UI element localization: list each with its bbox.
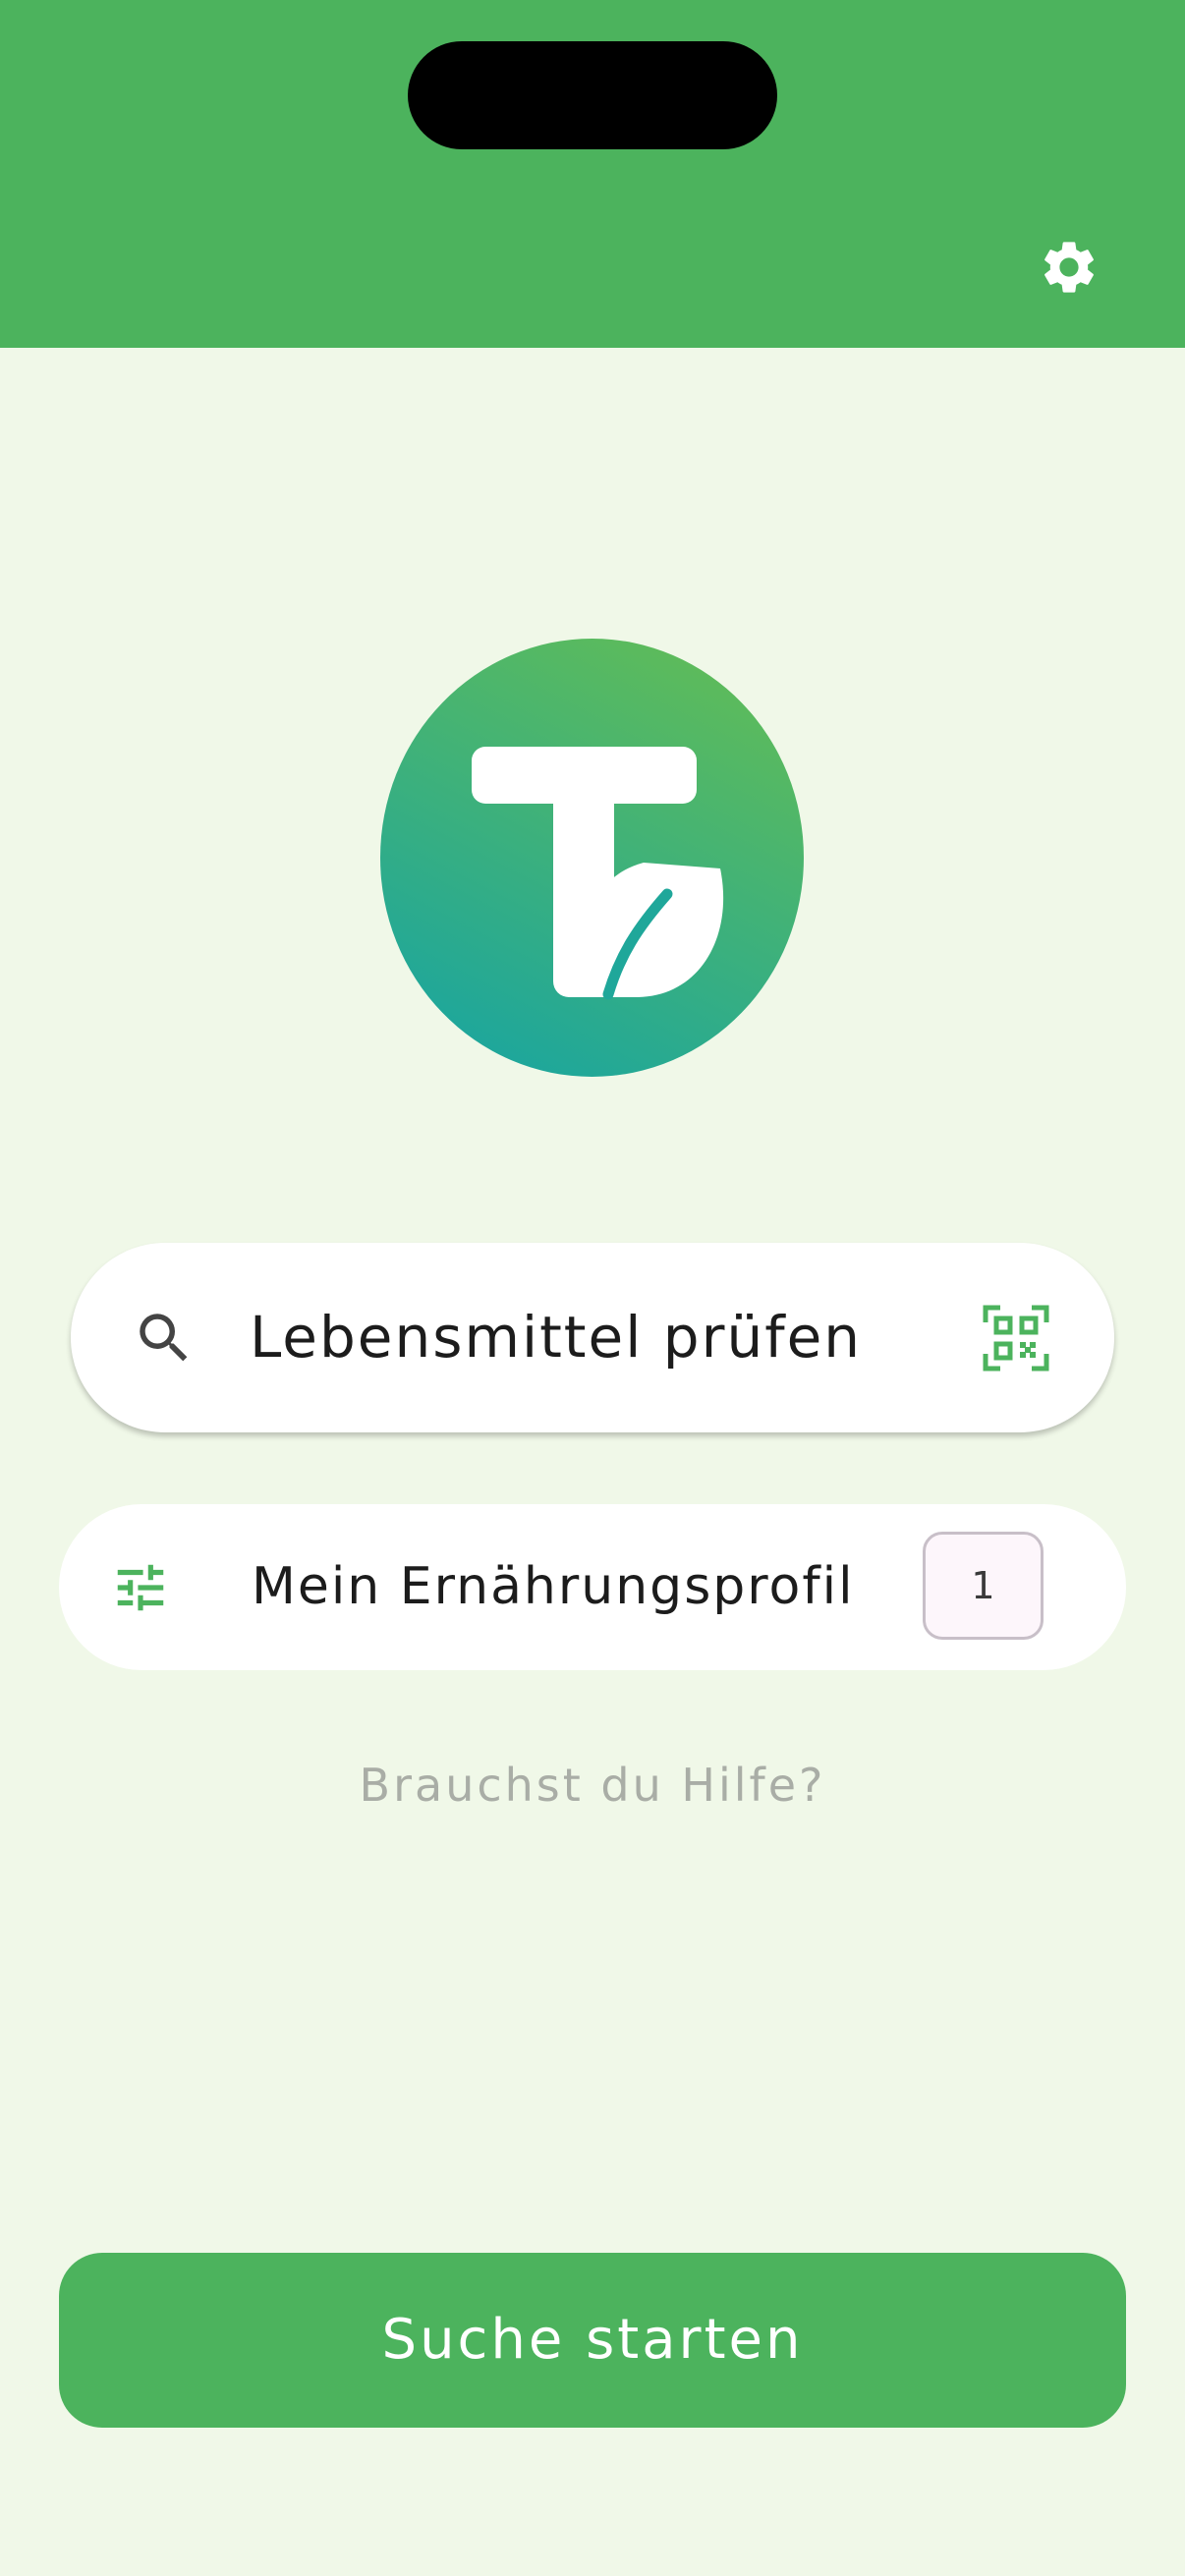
search-food-field[interactable]: Lebensmittel prüfen <box>71 1243 1114 1432</box>
app-header <box>0 0 1185 348</box>
gear-icon <box>1044 242 1094 293</box>
profile-count-badge: 1 <box>923 1532 1044 1640</box>
scan-barcode-button[interactable] <box>983 1305 1049 1372</box>
profile-label: Mein Ernährungsprofil <box>252 1557 855 1616</box>
app-logo <box>380 639 804 1077</box>
start-search-button[interactable]: Suche starten <box>59 2253 1126 2428</box>
tune-sliders-icon <box>117 1564 164 1611</box>
help-link[interactable]: Brauchst du Hilfe? <box>0 1759 1185 1812</box>
leaf-t-logo-icon <box>380 639 804 1077</box>
qr-code-scan-icon <box>983 1305 1049 1372</box>
settings-button[interactable] <box>1034 232 1104 303</box>
nutrition-profile-button[interactable]: Mein Ernährungsprofil 1 <box>59 1504 1126 1670</box>
search-label: Lebensmittel prüfen <box>250 1304 863 1371</box>
camera-notch <box>408 41 777 149</box>
search-icon <box>140 1314 188 1362</box>
